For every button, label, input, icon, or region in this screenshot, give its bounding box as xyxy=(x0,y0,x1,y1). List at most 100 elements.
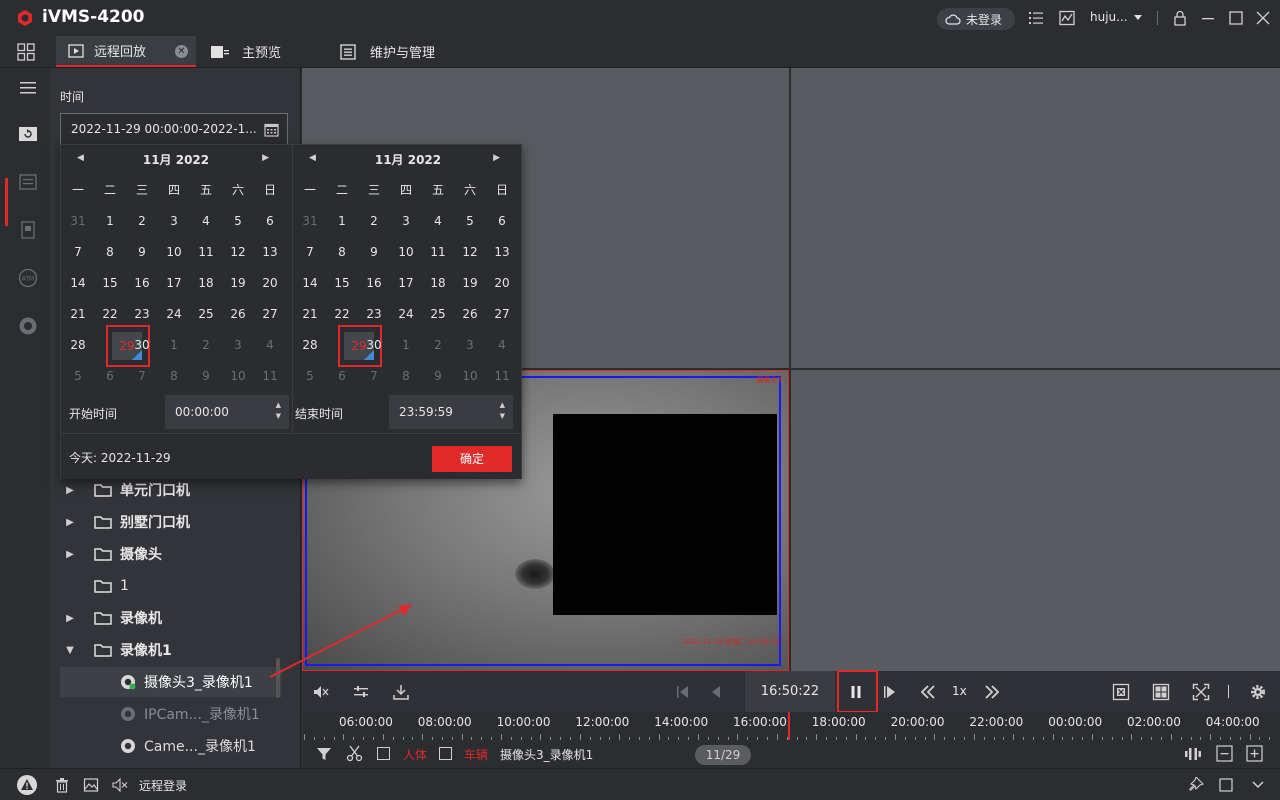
calendar-day[interactable]: 4 xyxy=(422,206,454,237)
calendar-day[interactable]: 8 xyxy=(158,361,190,392)
calendar-day[interactable]: 2 xyxy=(126,206,158,237)
tab-remote-playback[interactable]: 远程回放 ✕ xyxy=(56,36,196,67)
calendar-day[interactable]: 1 xyxy=(94,206,126,237)
human-checkbox[interactable] xyxy=(377,747,390,760)
calendar-day[interactable]: 6 xyxy=(486,206,518,237)
calendar-day[interactable]: 10 xyxy=(390,237,422,268)
calendar-day[interactable]: 19 xyxy=(454,268,486,299)
tree-group-cameras[interactable]: ▶ 摄像头 xyxy=(60,540,282,568)
calendar-day[interactable]: 19 xyxy=(222,268,254,299)
calendar-day[interactable]: 14 xyxy=(62,268,94,299)
expand-arrow-icon[interactable]: ▶ xyxy=(60,613,80,624)
calendar-day[interactable]: 30 xyxy=(126,330,158,361)
calendar-day[interactable]: 26 xyxy=(222,299,254,330)
camera-item-selected[interactable]: 摄像头3_录像机1 xyxy=(60,667,282,697)
lock-icon[interactable] xyxy=(1172,10,1188,26)
calendar-day[interactable]: 30 xyxy=(358,330,390,361)
camera-item[interactable]: Came..._录像机1 xyxy=(60,731,282,761)
calendar-day[interactable]: 5 xyxy=(62,361,94,392)
timeline-bar[interactable]: 06:00:00 08:00:00 10:00:00 12:00:00 14:00:00… xyxy=(302,712,1280,740)
calendar-day[interactable]: 6 xyxy=(254,206,286,237)
calendar-day[interactable]: 11 xyxy=(254,361,286,392)
calendar-day[interactable]: 6 xyxy=(326,361,358,392)
atm-icon[interactable]: ATM xyxy=(18,268,38,288)
calendar-day[interactable]: 25 xyxy=(190,299,222,330)
timeline-zoom-icon[interactable] xyxy=(1184,745,1202,763)
minimize-icon[interactable] xyxy=(1200,10,1216,26)
pin-icon[interactable] xyxy=(1188,777,1204,793)
video-pane-4[interactable] xyxy=(791,370,1280,671)
calendar-day[interactable]: 17 xyxy=(390,268,422,299)
fullscreen-icon[interactable] xyxy=(1192,683,1210,701)
tab-close-icon[interactable]: ✕ xyxy=(175,45,188,58)
tree-group-1[interactable]: 1 xyxy=(60,572,282,600)
next-month-icon[interactable]: ▶ xyxy=(493,153,500,163)
tree-scrollbar[interactable] xyxy=(276,658,280,698)
calendar-day[interactable]: 8 xyxy=(390,361,422,392)
calendar-day[interactable]: 3 xyxy=(158,206,190,237)
menu-icon[interactable] xyxy=(18,78,38,98)
speed-up-icon[interactable] xyxy=(983,683,1001,701)
module-grid-icon[interactable] xyxy=(17,43,35,61)
calendar-day[interactable]: 4 xyxy=(190,206,222,237)
calendar-day[interactable]: 4 xyxy=(486,330,518,361)
calendar-day[interactable]: 20 xyxy=(486,268,518,299)
collapse-arrow-icon[interactable]: ▼ xyxy=(60,645,80,656)
username-label[interactable]: huju... xyxy=(1090,10,1128,24)
next-frame-icon[interactable] xyxy=(881,683,899,701)
calendar-icon[interactable] xyxy=(264,122,279,137)
expand-arrow-icon[interactable]: ▶ xyxy=(60,549,80,560)
calendar-day[interactable]: 12 xyxy=(454,237,486,268)
calendar-day[interactable]: 16 xyxy=(126,268,158,299)
tree-group-villa-door-station[interactable]: ▶ 别墅门口机 xyxy=(60,508,282,536)
calendar-day[interactable]: 5 xyxy=(294,361,326,392)
tree-group-unit-door-station[interactable]: ▶ 单元门口机 xyxy=(60,476,282,504)
calendar-day[interactable]: 13 xyxy=(486,237,518,268)
calendar-day[interactable]: 3 xyxy=(454,330,486,361)
calendar-day[interactable]: 27 xyxy=(254,299,286,330)
calendar-day[interactable]: 3 xyxy=(390,206,422,237)
calendar-day[interactable]: 2 xyxy=(190,330,222,361)
calendar-day[interactable]: 3 xyxy=(222,330,254,361)
calendar-day[interactable]: 13 xyxy=(254,237,286,268)
calendar-day[interactable]: 9 xyxy=(358,237,390,268)
calendar-day[interactable]: 18 xyxy=(422,268,454,299)
zoom-in-icon[interactable] xyxy=(1246,745,1263,762)
pos-icon[interactable] xyxy=(18,316,38,336)
zoom-out-icon[interactable] xyxy=(1216,745,1233,762)
calendar-day[interactable]: 11 xyxy=(486,361,518,392)
time-range-input[interactable]: 2022-11-29 00:00:00-2022-1... xyxy=(60,113,288,145)
calendar-day[interactable]: 2 xyxy=(358,206,390,237)
calendar-day[interactable]: 31 xyxy=(62,206,94,237)
login-status-button[interactable]: 未登录 xyxy=(937,8,1015,30)
camera-item[interactable]: IPCam..._录像机1 xyxy=(60,699,282,729)
timeline-playhead[interactable] xyxy=(788,712,790,740)
tree-group-recorder[interactable]: ▶ 录像机 xyxy=(60,604,282,632)
calendar-day[interactable]: 11 xyxy=(422,237,454,268)
slow-down-icon[interactable] xyxy=(919,683,937,701)
tab-main-preview[interactable]: 主预览 xyxy=(210,36,281,67)
calendar-day[interactable]: 4 xyxy=(254,330,286,361)
volume-icon[interactable] xyxy=(312,683,330,701)
vehicle-checkbox[interactable] xyxy=(439,747,452,760)
close-all-windows-icon[interactable] xyxy=(1112,683,1130,701)
calendar-day[interactable]: 10 xyxy=(454,361,486,392)
calendar-day[interactable]: 1 xyxy=(390,330,422,361)
event-list-icon[interactable] xyxy=(18,172,38,192)
calendar-day[interactable]: 8 xyxy=(94,237,126,268)
calendar-day[interactable]: 8 xyxy=(326,237,358,268)
filter-icon[interactable] xyxy=(316,746,332,762)
calendar-day[interactable]: 25 xyxy=(422,299,454,330)
download-icon[interactable] xyxy=(392,683,410,701)
calendar-day[interactable]: 27 xyxy=(486,299,518,330)
calendar-day[interactable]: 6 xyxy=(94,361,126,392)
prev-frame-icon[interactable] xyxy=(674,683,692,701)
device-icon[interactable] xyxy=(18,220,38,240)
today-label[interactable]: 今天: 2022-11-29 xyxy=(69,449,171,466)
trash-icon[interactable] xyxy=(54,777,70,793)
calendar-day[interactable]: 7 xyxy=(358,361,390,392)
settings-gear-icon[interactable] xyxy=(1249,683,1267,701)
expand-arrow-icon[interactable]: ▶ xyxy=(60,485,80,496)
calendar-day[interactable]: 10 xyxy=(222,361,254,392)
calendar-day[interactable]: 2 xyxy=(422,330,454,361)
